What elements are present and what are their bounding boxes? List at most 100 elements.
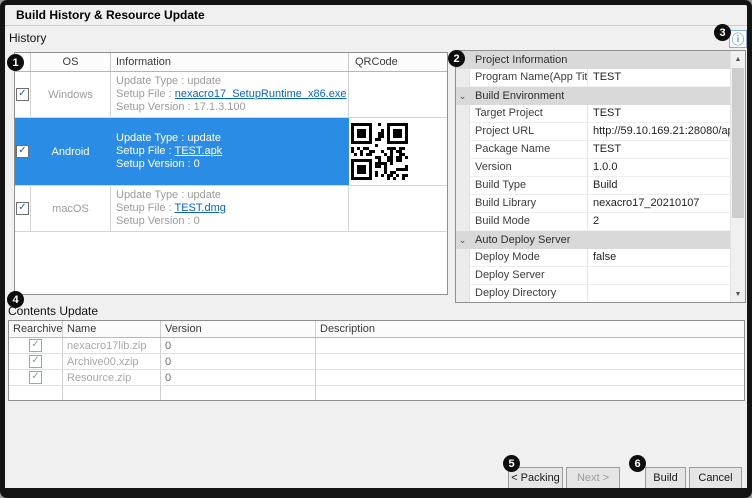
- row-checkbox[interactable]: ✓: [16, 145, 29, 158]
- property-grid: Project Information Program Name(App Tit…: [455, 50, 746, 303]
- setup-file-link[interactable]: nexacro17_SetupRuntime_x86.exe: [175, 88, 347, 100]
- scroll-up-icon[interactable]: ▲: [731, 51, 745, 67]
- rearchive-checkbox[interactable]: ✓: [29, 355, 42, 368]
- contents-update-table: Rearchive Name Version Description ✓ nex…: [8, 320, 745, 401]
- setup-file-link[interactable]: TEST.apk: [175, 145, 223, 157]
- property-row-deploy-mode[interactable]: Deploy Mode false: [456, 249, 730, 267]
- scrollbar-thumb[interactable]: [732, 68, 744, 218]
- property-value[interactable]: TEST: [588, 105, 730, 123]
- property-row-target-project[interactable]: Target Project TEST: [456, 105, 730, 123]
- header-version: Version: [161, 321, 316, 337]
- rearchive-checkbox[interactable]: ✓: [29, 371, 42, 384]
- property-row-build-library[interactable]: Build Library nexacro17_20210107: [456, 195, 730, 213]
- property-value[interactable]: TEST: [588, 69, 730, 87]
- history-section-label: History: [9, 31, 46, 45]
- header-name: Name: [63, 321, 161, 337]
- check-icon: ✓: [31, 356, 39, 366]
- history-row-windows[interactable]: ✓ Windows Update Type : update Setup Fil…: [15, 72, 447, 118]
- header-qrcode: QRCode: [349, 53, 447, 71]
- content-version: 0: [161, 354, 316, 369]
- annotation-2: 2: [448, 50, 465, 67]
- property-row-deploy-directory[interactable]: Deploy Directory: [456, 285, 730, 302]
- info-icon: ⓘ: [731, 33, 744, 46]
- section-auto-deploy-server[interactable]: ⌄ Auto Deploy Server: [456, 231, 730, 249]
- setup-version-text: Setup Version : 0: [116, 158, 200, 171]
- section-label: Project Information: [470, 51, 730, 69]
- property-row-deploy-server[interactable]: Deploy Server: [456, 267, 730, 285]
- content-description: [316, 354, 744, 369]
- information-cell: Update Type : update Setup File : TEST.d…: [111, 186, 349, 231]
- property-value[interactable]: [588, 285, 730, 302]
- row-checkbox[interactable]: ✓: [16, 88, 29, 101]
- update-type-text: Update Type : update: [116, 132, 221, 145]
- contents-row-nexacro17lib[interactable]: ✓ nexacro17lib.zip 0: [9, 338, 744, 354]
- scroll-down-icon[interactable]: ▼: [731, 286, 745, 302]
- property-row-program-name[interactable]: Program Name(App Title) TEST: [456, 69, 730, 87]
- setup-file-link[interactable]: TEST.dmg: [175, 202, 226, 214]
- vertical-scrollbar[interactable]: ▲ ▼: [730, 51, 745, 302]
- contents-table-header: Rearchive Name Version Description: [9, 321, 744, 338]
- property-value[interactable]: Build: [588, 177, 730, 195]
- contents-row-archive00[interactable]: ✓ Archive00.xzip 0: [9, 354, 744, 370]
- header-information: Information: [111, 53, 349, 71]
- content-description: [316, 370, 744, 385]
- setup-file-line: Setup File : TEST.apk: [116, 145, 222, 158]
- update-type-text: Update Type : update: [116, 189, 221, 202]
- property-value[interactable]: TEST: [588, 141, 730, 159]
- os-label: macOS: [31, 186, 111, 231]
- check-icon: ✓: [31, 340, 39, 350]
- chevron-down-icon: ⌄: [459, 236, 467, 245]
- qrcode-cell: [349, 118, 447, 185]
- annotation-6: 6: [629, 455, 646, 472]
- check-icon: ✓: [18, 146, 26, 156]
- os-label: Windows: [31, 72, 111, 117]
- chevron-down-icon: ⌄: [459, 92, 467, 101]
- property-row-build-mode[interactable]: Build Mode 2: [456, 213, 730, 231]
- property-value[interactable]: [588, 267, 730, 285]
- history-table-header: OS Information QRCode: [15, 53, 447, 72]
- property-value[interactable]: 1.0.0: [588, 159, 730, 177]
- qr-code-image: [351, 123, 408, 180]
- setup-version-text: Setup Version : 17.1.3.100: [116, 101, 246, 114]
- rearchive-checkbox[interactable]: ✓: [29, 339, 42, 352]
- contents-update-label: Contents Update: [8, 304, 98, 318]
- property-row-version[interactable]: Version 1.0.0: [456, 159, 730, 177]
- annotation-1: 1: [7, 54, 24, 71]
- build-button[interactable]: Build: [645, 467, 686, 489]
- section-project-information[interactable]: Project Information: [456, 51, 730, 69]
- section-build-environment[interactable]: ⌄ Build Environment: [456, 87, 730, 105]
- title-bar: Build History & Resource Update: [5, 5, 747, 26]
- setup-file-line: Setup File : TEST.dmg: [116, 202, 226, 215]
- header-os: OS: [31, 53, 111, 71]
- content-version: 0: [161, 338, 316, 353]
- information-cell: Update Type : update Setup File : TEST.a…: [111, 118, 349, 185]
- history-table-empty-area: [15, 232, 447, 294]
- next-button[interactable]: Next >: [566, 467, 620, 489]
- property-value[interactable]: http://59.10.169.21:28080/appbuil: [588, 123, 730, 141]
- property-row-project-url[interactable]: Project URL http://59.10.169.21:28080/ap…: [456, 123, 730, 141]
- annotation-4: 4: [7, 291, 24, 308]
- info-button[interactable]: ⓘ: [729, 30, 747, 48]
- page-title: Build History & Resource Update: [5, 8, 205, 22]
- check-icon: ✓: [18, 203, 26, 213]
- content-name: Resource.zip: [63, 370, 161, 385]
- cancel-button[interactable]: Cancel: [689, 467, 742, 489]
- contents-row-resource[interactable]: ✓ Resource.zip 0: [9, 370, 744, 386]
- property-row-build-type[interactable]: Build Type Build: [456, 177, 730, 195]
- check-icon: ✓: [31, 372, 39, 382]
- history-row-android[interactable]: ✓ Android Update Type : update Setup Fil…: [15, 118, 447, 186]
- property-value[interactable]: false: [588, 249, 730, 267]
- property-value[interactable]: 2: [588, 213, 730, 231]
- property-value[interactable]: nexacro17_20210107: [588, 195, 730, 213]
- content-version: 0: [161, 370, 316, 385]
- history-row-macos[interactable]: ✓ macOS Update Type : update Setup File …: [15, 186, 447, 232]
- header-description: Description: [316, 321, 744, 337]
- annotation-5: 5: [503, 455, 520, 472]
- row-checkbox[interactable]: ✓: [16, 202, 29, 215]
- history-table: OS Information QRCode ✓ Windows Update T…: [14, 52, 448, 295]
- qrcode-cell: [349, 186, 447, 231]
- check-icon: ✓: [18, 89, 26, 99]
- information-cell: Update Type : update Setup File : nexacr…: [111, 72, 349, 117]
- content-description: [316, 338, 744, 353]
- property-row-package-name[interactable]: Package Name TEST: [456, 141, 730, 159]
